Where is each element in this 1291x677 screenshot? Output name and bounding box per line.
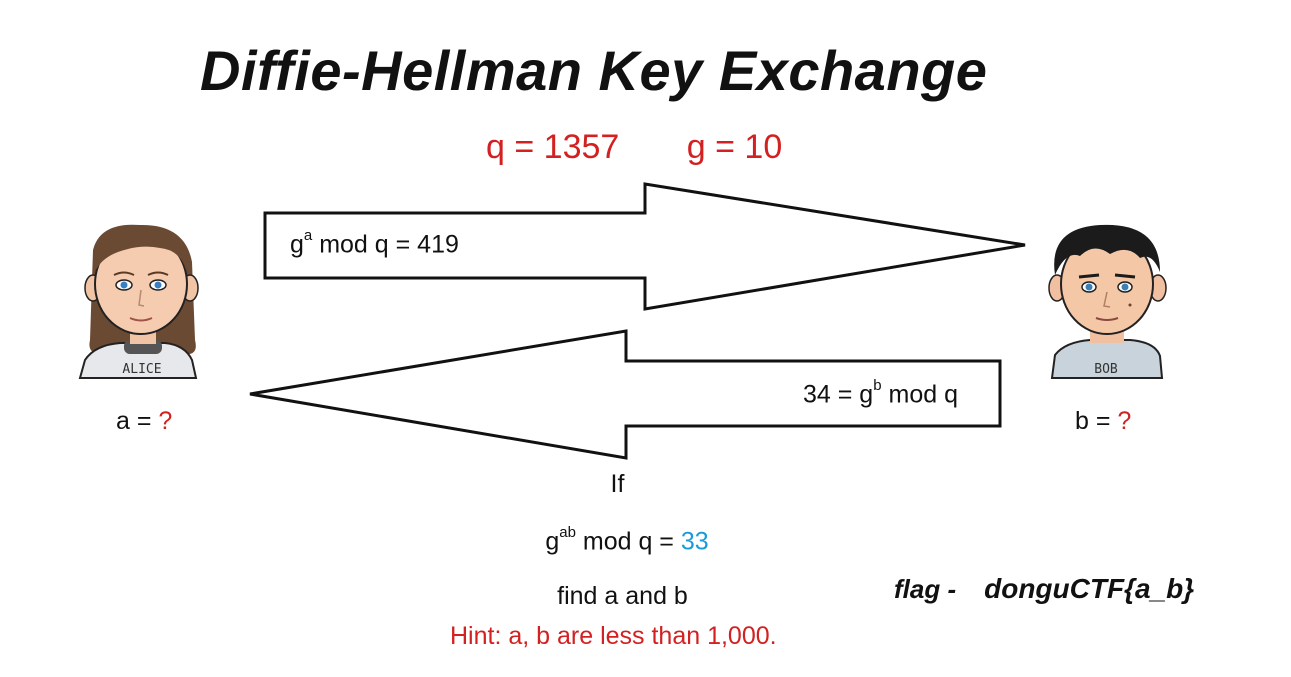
arrow-alice-to-bob-label: ga mod q = 419 — [290, 227, 459, 259]
shared-key-value: 33 — [680, 527, 709, 556]
base-g: g — [290, 230, 304, 259]
bob-secret-label: b = — [1075, 407, 1118, 435]
condition-if: If — [610, 470, 625, 498]
alice-secret-value: ? — [158, 407, 173, 435]
arrow-bob-to-alice-label: 34 = gb mod q — [803, 377, 958, 409]
bob-avatar — [1048, 224, 1167, 379]
bob-badge: BOB — [1094, 362, 1118, 377]
public-value-a: mod q = 419 — [312, 230, 459, 259]
shared-base-g: g — [545, 527, 560, 556]
flag-format: flag - donguCTF{a_b} — [894, 573, 1194, 605]
alice-avatar — [78, 224, 199, 379]
flag-label: flag - — [894, 574, 957, 604]
shared-key-equation: gab mod q = 33 — [0, 524, 1254, 556]
alice-secret: a = ? — [116, 407, 172, 436]
shared-exponent-ab: ab — [559, 524, 576, 541]
exponent-b: b — [873, 377, 882, 394]
public-value-b-rest: mod q — [881, 380, 958, 409]
hint-text: Hint: a, b are less than 1,000. — [450, 622, 777, 650]
exponent-a: a — [303, 227, 313, 244]
bob-secret-value: ? — [1117, 407, 1132, 435]
shared-mod-text: mod q = — [575, 527, 681, 556]
flag-value: donguCTF{a_b} — [984, 573, 1195, 604]
bob-secret: b = ? — [1075, 407, 1131, 436]
alice-badge: ALICE — [122, 362, 162, 377]
alice-secret-label: a = — [116, 407, 159, 435]
public-value-b-prefix: 34 = g — [803, 380, 874, 409]
